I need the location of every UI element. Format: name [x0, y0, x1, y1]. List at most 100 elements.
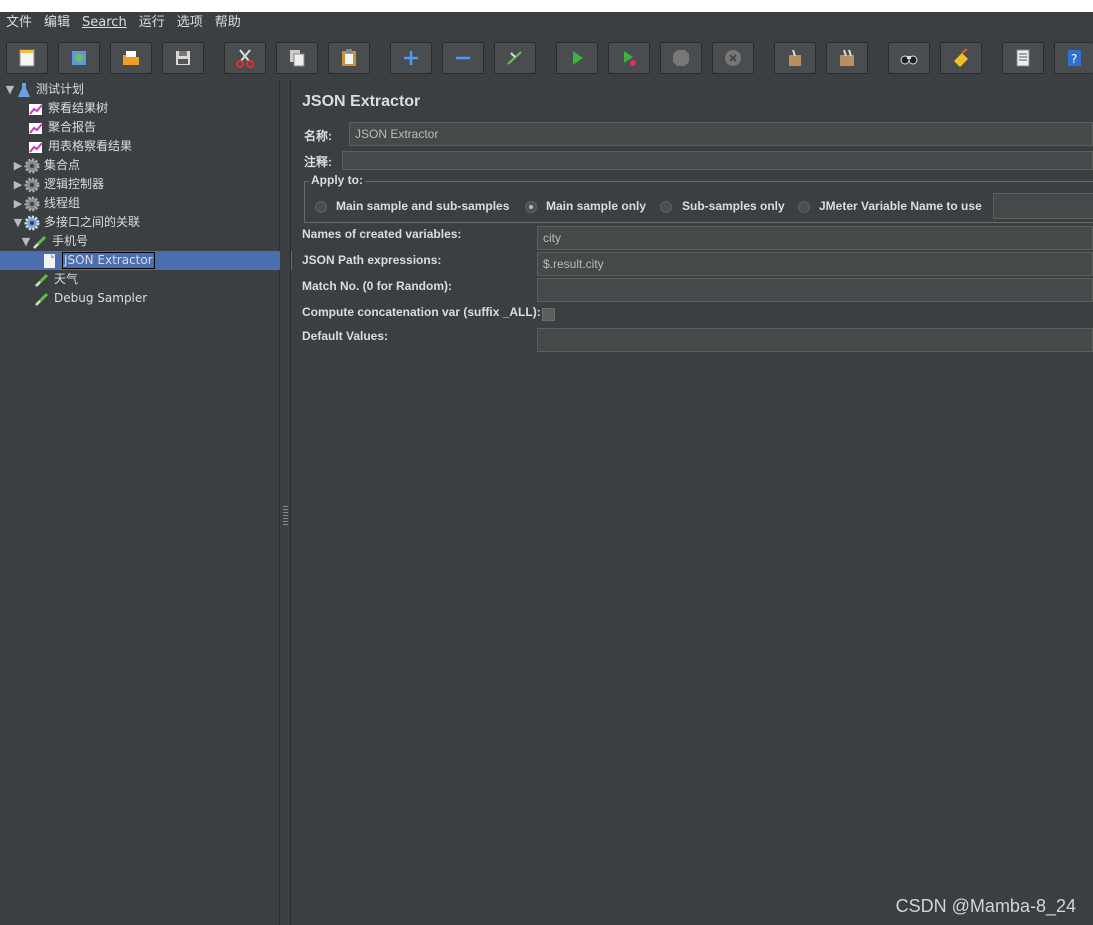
radio-label: JMeter Variable Name to use [819, 199, 982, 213]
collapse-all-button[interactable] [442, 42, 484, 74]
new-button[interactable] [6, 42, 48, 74]
menu-run[interactable]: 运行 [133, 12, 171, 34]
copy-button[interactable] [276, 42, 318, 74]
gear-icon [24, 215, 40, 231]
function-helper-button[interactable] [1002, 42, 1044, 74]
tree-item-thread-group[interactable]: ▶ 线程组 [0, 194, 292, 213]
expand-arrow-icon[interactable]: ▶ [12, 175, 24, 194]
tree-item-label: 聚合报告 [48, 120, 97, 134]
start-icon [573, 51, 583, 65]
menu-bar: 文件 编辑 Search 运行 选项 帮助 [0, 12, 1093, 34]
clear-all-button[interactable] [826, 42, 868, 74]
default-values-field[interactable] [537, 328, 1093, 352]
test-plan-tree: ▼ 测试计划 察看结果树 聚合报告 用表格察看结果 ▶ 集合点 ▶ 逻辑控制器 … [0, 80, 322, 925]
start-button[interactable] [556, 42, 598, 74]
tree-item-label: 察看结果树 [48, 101, 109, 115]
menu-options[interactable]: 选项 [171, 12, 209, 34]
menu-search[interactable]: Search [76, 12, 133, 34]
radio-label: Sub-samples only [682, 199, 785, 213]
paste-icon [342, 49, 356, 66]
tree-item-aggregate-report[interactable]: 聚合报告 [0, 118, 308, 137]
collapse-arrow-icon[interactable]: ▼ [4, 80, 16, 99]
paste-button[interactable] [328, 42, 370, 74]
tree-item-logic-controller[interactable]: ▶ 逻辑控制器 [0, 175, 292, 194]
function-helper-icon [1016, 49, 1030, 67]
stop-button[interactable] [660, 42, 702, 74]
page-title: JSON Extractor [302, 93, 421, 110]
search-button[interactable] [888, 42, 930, 74]
tree-item-debug-sampler[interactable]: Debug Sampler [0, 289, 314, 308]
concat-label: Compute concatenation var (suffix _ALL): [302, 305, 541, 319]
tree-item-view-results-table[interactable]: 用表格察看结果 [0, 137, 308, 156]
open-button[interactable] [110, 42, 152, 74]
save-button[interactable] [162, 42, 204, 74]
shutdown-button[interactable] [712, 42, 754, 74]
tree-item-view-results-tree[interactable]: 察看结果树 [0, 99, 308, 118]
radio-jmeter-variable[interactable] [798, 201, 810, 213]
clear-button[interactable] [774, 42, 816, 74]
tree-item-rendezvous[interactable]: ▶ 集合点 [0, 156, 292, 175]
expand-all-button[interactable] [390, 42, 432, 74]
json-path-field[interactable]: $.result.city [537, 252, 1093, 276]
reset-search-button[interactable] [940, 42, 982, 74]
tree-item-interface-correlation[interactable]: ▼ 多接口之间的关联 [0, 213, 292, 232]
start-no-pause-button[interactable] [608, 42, 650, 74]
tree-item-label: 集合点 [44, 158, 81, 172]
expand-arrow-icon[interactable]: ▶ [12, 194, 24, 213]
default-values-label: Default Values: [302, 329, 389, 343]
svg-text:?: ? [1071, 52, 1077, 66]
templates-button[interactable] [58, 42, 100, 74]
new-icon [19, 49, 35, 67]
comment-field[interactable] [342, 151, 1093, 170]
tree-item-json-extractor[interactable]: JSON Extractor [0, 251, 322, 270]
toolbar: ? [0, 36, 1093, 80]
chart-icon [28, 139, 44, 155]
search-icon [900, 55, 918, 65]
split-pane-divider[interactable] [280, 80, 291, 925]
radio-label: Main sample only [546, 199, 647, 213]
jmeter-variable-field[interactable] [993, 193, 1093, 219]
radio-sub-only[interactable] [660, 201, 672, 213]
save-icon [176, 51, 190, 65]
splitter-grip-icon[interactable] [283, 505, 288, 525]
extractor-doc-icon [42, 253, 58, 269]
sampler-pipette-icon [34, 291, 50, 307]
tree-item-label: 多接口之间的关联 [44, 215, 141, 229]
chart-icon [28, 120, 44, 136]
help-button[interactable]: ? [1054, 42, 1093, 74]
tree-item-phone-number[interactable]: ▼ 手机号 [0, 232, 300, 251]
tree-item-weather[interactable]: 天气 [0, 270, 314, 289]
tree-item-label: 测试计划 [36, 82, 85, 96]
sampler-pipette-icon [32, 234, 48, 250]
variable-names-field[interactable]: city [537, 226, 1093, 250]
name-label: 名称: [304, 129, 332, 143]
tree-item-label: 用表格察看结果 [48, 139, 133, 153]
clear-all-icon [840, 49, 854, 66]
tree-item-test-plan[interactable]: ▼ 测试计划 [0, 80, 284, 99]
match-no-field[interactable] [537, 278, 1093, 302]
radio-main-and-sub[interactable] [315, 201, 327, 213]
tree-item-label: 天气 [54, 272, 79, 286]
toggle-icon [507, 51, 522, 65]
shutdown-icon [725, 50, 741, 66]
json-extractor-panel: JSON Extractor 名称: JSON Extractor 注释: Ap… [292, 80, 1093, 925]
cut-button[interactable] [224, 42, 266, 74]
tree-item-label: 线程组 [44, 196, 81, 210]
flask-icon [16, 82, 32, 98]
collapse-arrow-icon[interactable]: ▼ [12, 213, 24, 232]
toggle-button[interactable] [494, 42, 536, 74]
match-no-label: Match No. (0 for Random): [302, 279, 452, 293]
menu-file[interactable]: 文件 [0, 12, 38, 34]
menu-edit[interactable]: 编辑 [38, 12, 76, 34]
templates-icon [72, 51, 86, 65]
cut-icon [236, 49, 254, 68]
expand-arrow-icon[interactable]: ▶ [12, 156, 24, 175]
concat-checkbox[interactable] [542, 308, 555, 321]
radio-main-only[interactable] [525, 201, 537, 213]
menu-help[interactable]: 帮助 [209, 12, 247, 34]
name-field[interactable]: JSON Extractor [349, 122, 1093, 146]
sampler-pipette-icon [34, 272, 50, 288]
chart-icon [28, 101, 44, 117]
copy-icon [290, 50, 305, 67]
collapse-arrow-icon[interactable]: ▼ [20, 232, 32, 251]
